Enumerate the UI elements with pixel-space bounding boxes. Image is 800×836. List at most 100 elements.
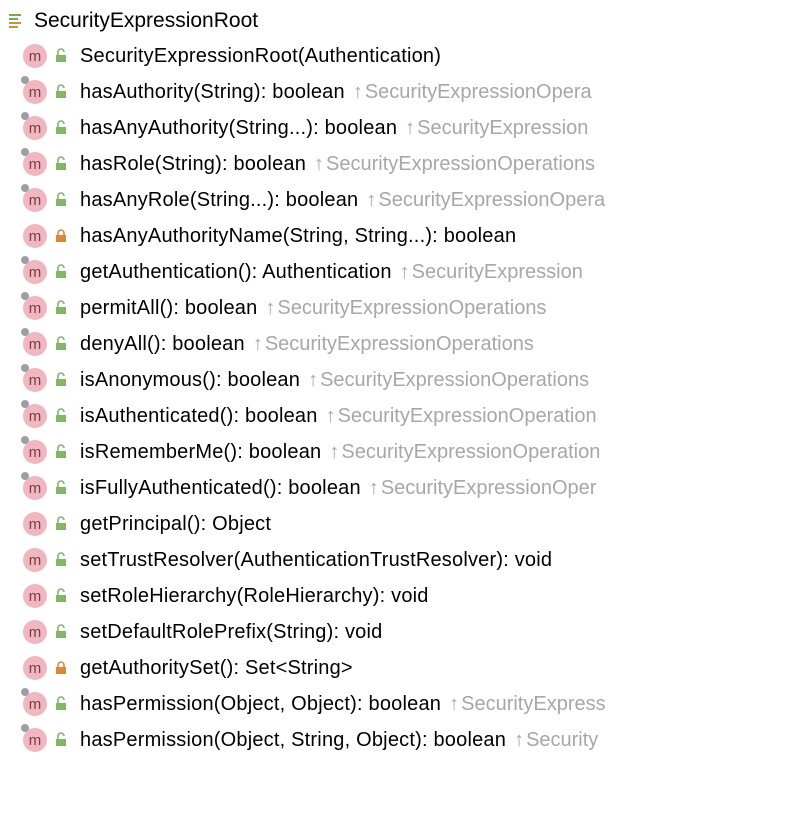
inherited-from: ↑SecurityExpressionOperations [253,333,534,356]
member-row[interactable]: misAnonymous(): boolean↑SecurityExpressi… [4,362,800,398]
unlock-icon [52,47,70,65]
method-signature: hasPermission(Object, String, Object): b… [80,729,506,752]
method-icon: m [22,475,48,501]
up-arrow-icon: ↑ [353,81,363,103]
up-arrow-icon: ↑ [400,261,410,283]
up-arrow-icon: ↑ [449,693,459,715]
method-icon: m [22,187,48,213]
method-icon: m [22,439,48,465]
class-name: SecurityExpressionRoot [34,9,258,33]
unlock-icon [52,623,70,641]
up-arrow-icon: ↑ [314,153,324,175]
method-icon: m [22,43,48,69]
inherited-from: ↑SecurityExpressionOpera [366,189,605,212]
unlock-icon [52,335,70,353]
member-row[interactable]: m getAuthentication(): Authentication ↑Sec… [4,254,800,290]
inherited-from: ↑SecurityExpressionOpera [353,81,592,104]
member-row[interactable]: mhasAnyRole(String...): boolean↑Security… [4,182,800,218]
method-icon: m [22,691,48,717]
inherited-from: ↑SecurityExpression [400,261,583,284]
lock-icon [52,227,70,245]
up-arrow-icon: ↑ [326,405,336,427]
unlock-icon [52,191,70,209]
method-icon: m [22,367,48,393]
class-icon [6,10,28,32]
inherited-from: ↑SecurityExpressionOper [369,477,597,500]
member-row[interactable]: mpermitAll(): boolean↑SecurityExpression… [4,290,800,326]
method-signature: getAuthoritySet(): Set<String> [80,657,353,680]
unlock-icon [52,263,70,281]
unlock-icon [52,155,70,173]
member-row[interactable]: m getPrincipal(): Object [4,506,800,542]
method-icon: m [22,511,48,537]
method-signature: hasPermission(Object, Object): boolean [80,693,441,716]
method-signature: getAuthentication(): Authentication [80,261,392,284]
unlock-icon [52,83,70,101]
member-row[interactable]: m isAuthenticated(): boolean ↑SecurityExpr… [4,398,800,434]
up-arrow-icon: ↑ [514,729,524,751]
method-signature: denyAll(): boolean [80,333,245,356]
inherited-from: ↑Security [514,729,598,752]
member-list: mSecurityExpressionRoot(Authentication)m… [4,38,800,758]
method-signature: isRememberMe(): boolean [80,441,321,464]
member-row[interactable]: m getAuthoritySet(): Set<String> [4,650,800,686]
lock-icon [52,659,70,677]
method-icon: m [22,295,48,321]
method-icon: m [22,115,48,141]
member-row[interactable]: m isFullyAuthenticated(): boolean ↑Securit… [4,470,800,506]
unlock-icon [52,407,70,425]
member-row[interactable]: m hasAnyAuthority(String...): boolean ↑Sec… [4,110,800,146]
unlock-icon [52,551,70,569]
inherited-from: ↑SecurityExpressionOperation [329,441,600,464]
method-icon: m [22,403,48,429]
method-signature: hasRole(String): boolean [80,153,306,176]
method-signature: isAuthenticated(): boolean [80,405,318,428]
up-arrow-icon: ↑ [405,117,415,139]
method-icon: m [22,259,48,285]
member-row[interactable]: m setDefaultRolePrefix(String): void [4,614,800,650]
method-signature: isFullyAuthenticated(): boolean [80,477,361,500]
member-row[interactable]: mhasPermission(Object, String, Object): … [4,722,800,758]
member-row[interactable]: msetTrustResolver(AuthenticationTrustRes… [4,542,800,578]
up-arrow-icon: ↑ [369,477,379,499]
unlock-icon [52,443,70,461]
up-arrow-icon: ↑ [329,441,339,463]
class-row[interactable]: SecurityExpressionRoot [4,4,800,38]
unlock-icon [52,479,70,497]
method-signature: SecurityExpressionRoot(Authentication) [80,45,441,68]
inherited-from: ↑SecurityExpressionOperation [326,405,597,428]
method-icon: m [22,151,48,177]
member-row[interactable]: mhasAuthority(String): boolean↑SecurityE… [4,74,800,110]
member-row[interactable]: mhasAnyAuthorityName(String, String...):… [4,218,800,254]
unlock-icon [52,695,70,713]
inherited-from: ↑SecurityExpressionOperations [314,153,595,176]
method-signature: permitAll(): boolean [80,297,257,320]
inherited-from: ↑SecurityExpression [405,117,588,140]
member-row[interactable]: m hasPermission(Object, Object): boolean ↑… [4,686,800,722]
method-signature: setRoleHierarchy(RoleHierarchy): void [80,585,429,608]
up-arrow-icon: ↑ [253,333,263,355]
up-arrow-icon: ↑ [265,297,275,319]
method-icon: m [22,583,48,609]
up-arrow-icon: ↑ [366,189,376,211]
method-signature: hasAnyAuthority(String...): boolean [80,117,397,140]
method-icon: m [22,79,48,105]
member-row[interactable]: m denyAll(): boolean ↑SecurityExpressionOp… [4,326,800,362]
up-arrow-icon: ↑ [308,369,318,391]
method-icon: m [22,655,48,681]
method-signature: isAnonymous(): boolean [80,369,300,392]
method-signature: setDefaultRolePrefix(String): void [80,621,382,644]
unlock-icon [52,371,70,389]
method-icon: m [22,547,48,573]
method-icon: m [22,331,48,357]
method-icon: m [22,619,48,645]
member-row[interactable]: m hasRole(String): boolean ↑SecurityExpres… [4,146,800,182]
member-row[interactable]: m SecurityExpressionRoot(Authentication) [4,38,800,74]
unlock-icon [52,515,70,533]
method-signature: getPrincipal(): Object [80,513,271,536]
unlock-icon [52,299,70,317]
unlock-icon [52,587,70,605]
unlock-icon [52,731,70,749]
member-row[interactable]: m isRememberMe(): boolean ↑SecurityExpress… [4,434,800,470]
member-row[interactable]: m setRoleHierarchy(RoleHierarchy): void [4,578,800,614]
